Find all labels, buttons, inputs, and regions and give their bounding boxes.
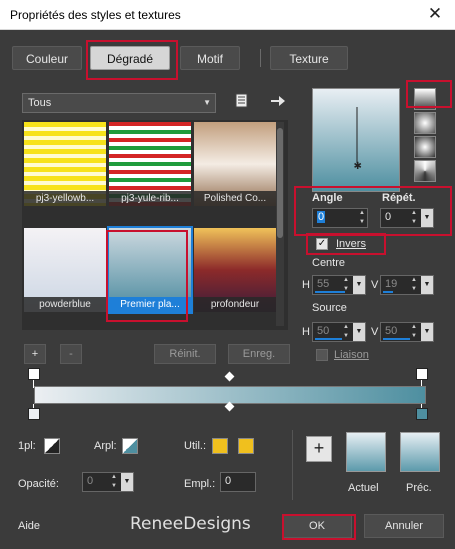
document-icon[interactable] xyxy=(234,93,250,109)
arrow-right-icon[interactable] xyxy=(270,94,286,108)
rectangular-style-icon[interactable] xyxy=(414,112,436,134)
opacity-value: 0 xyxy=(87,475,94,487)
previous-label: Préc. xyxy=(406,482,432,494)
gradient-label: pj3-yellowb... xyxy=(24,191,106,206)
user-color-swatch-2[interactable] xyxy=(238,438,254,454)
opacity-spinner[interactable]: 0 ▲ ▼ ▼ xyxy=(82,472,134,492)
watermark-text: ReneeDesigns xyxy=(130,514,251,534)
highlight-selection xyxy=(106,230,188,322)
gradient-label: profondeur xyxy=(194,297,276,312)
add-stop-button[interactable]: + xyxy=(306,436,332,462)
foreground-swatch[interactable] xyxy=(44,438,60,454)
add-gradient-button[interactable]: + xyxy=(24,344,46,364)
source-h-label: H xyxy=(302,326,310,338)
gradient-label: pj3-yule-rib... xyxy=(109,191,191,206)
svg-text:✱: ✱ xyxy=(354,161,362,172)
slider-fill xyxy=(383,338,410,340)
window-title: Propriétés des styles et textures xyxy=(10,8,181,22)
tab-texture[interactable]: Texture xyxy=(270,46,348,70)
previous-preview[interactable] xyxy=(400,432,440,472)
category-value: Tous xyxy=(28,97,52,109)
gradient-preview[interactable]: ✱ xyxy=(312,88,400,192)
gradient-thumb[interactable]: pj3-yellowb... xyxy=(24,122,106,206)
spinner-arrows-icon[interactable]: ▲ ▼ xyxy=(109,473,119,491)
tab-motif[interactable]: Motif xyxy=(180,46,240,70)
opacity-stop-label: 1pl: xyxy=(18,440,36,452)
top-right-stop[interactable] xyxy=(416,368,428,380)
highlight-style xyxy=(406,80,452,108)
chevron-down-icon[interactable]: ▼ xyxy=(421,276,433,294)
location-value: 0 xyxy=(225,475,232,487)
tab-divider xyxy=(260,49,261,67)
chevron-down-icon[interactable]: ▼ xyxy=(121,473,133,491)
category-select[interactable]: Tous ▼ xyxy=(22,93,216,113)
source-v-spinner[interactable]: 50 ▲ ▼ ▼ xyxy=(380,322,434,342)
tab-couleur[interactable]: Couleur xyxy=(12,46,82,70)
crosshair-icon: ✱ xyxy=(354,107,362,172)
source-label: Source xyxy=(312,302,347,314)
save-gradient-button[interactable]: Enreg. xyxy=(228,344,290,364)
close-icon[interactable]: ✕ xyxy=(425,4,445,24)
source-v-value: 50 xyxy=(385,325,398,337)
user-color-swatch[interactable] xyxy=(212,438,228,454)
gradient-scrollbar[interactable] xyxy=(276,122,284,326)
chevron-down-icon[interactable]: ▼ xyxy=(353,323,365,341)
chevron-down-icon[interactable]: ▼ xyxy=(421,323,433,341)
gradient-label: Polished Co... xyxy=(194,191,276,206)
slider-fill xyxy=(383,291,393,293)
opacity-label: Opacité: xyxy=(18,478,59,490)
gradient-label: powderblue xyxy=(24,297,106,312)
highlight-tab xyxy=(86,40,178,80)
start-color-stop[interactable] xyxy=(28,408,40,420)
source-h-spinner[interactable]: 50 ▲ ▼ ▼ xyxy=(312,322,366,342)
highlight-invert xyxy=(306,233,386,255)
highlight-angle xyxy=(294,186,452,236)
gradient-thumb[interactable]: powderblue xyxy=(24,228,106,312)
gradient-thumb[interactable]: profondeur xyxy=(194,228,276,312)
center-h-value: 55 xyxy=(317,278,330,290)
section-divider xyxy=(292,430,293,500)
highlight-ok xyxy=(282,514,356,540)
location-input[interactable]: 0 xyxy=(220,472,256,492)
cancel-button[interactable]: Annuler xyxy=(364,514,444,538)
center-v-value: 19 xyxy=(385,278,398,290)
end-color-stop[interactable] xyxy=(416,408,428,420)
background-stop-label: Arpl: xyxy=(94,440,117,452)
spinner-arrows-icon[interactable]: ▲ ▼ xyxy=(409,276,419,294)
center-label: Centre xyxy=(312,257,346,269)
slider-fill xyxy=(315,291,345,293)
spinner-arrows-icon[interactable]: ▲ ▼ xyxy=(409,323,419,341)
title-bar: Propriétés des styles et textures ✕ xyxy=(0,0,455,30)
scrollbar-thumb[interactable] xyxy=(277,128,283,238)
link-checkbox[interactable] xyxy=(316,349,328,361)
link-label: Liaison xyxy=(334,349,369,361)
chevron-down-icon: ▼ xyxy=(203,98,211,107)
chevron-down-icon[interactable]: ▼ xyxy=(353,276,365,294)
current-preview[interactable] xyxy=(346,432,386,472)
source-v-label: V xyxy=(371,326,379,338)
radial-style-icon[interactable] xyxy=(414,136,436,158)
center-v-spinner[interactable]: 19 ▲ ▼ ▼ xyxy=(380,275,434,295)
slider-fill xyxy=(315,338,342,340)
center-h-spinner[interactable]: 55 ▲ ▼ ▼ xyxy=(312,275,366,295)
reset-button[interactable]: Réinit. xyxy=(154,344,216,364)
user-color-label: Util.: xyxy=(184,440,206,452)
midpoint-marker[interactable] xyxy=(224,371,235,382)
help-link[interactable]: Aide xyxy=(18,520,40,532)
gradient-thumb[interactable]: Polished Co... xyxy=(194,122,276,206)
current-label: Actuel xyxy=(348,482,379,494)
spinner-arrows-icon[interactable]: ▲ ▼ xyxy=(341,323,351,341)
sunburst-style-icon[interactable] xyxy=(414,160,436,182)
location-label: Empl.: xyxy=(184,478,216,490)
top-left-stop[interactable] xyxy=(28,368,40,380)
center-h-label: H xyxy=(302,279,310,291)
source-h-value: 50 xyxy=(317,325,330,337)
remove-gradient-button[interactable]: - xyxy=(60,344,82,364)
center-v-label: V xyxy=(371,279,379,291)
gradient-thumb[interactable]: pj3-yule-rib... xyxy=(109,122,191,206)
dialog-body: Couleur Dégradé Motif Texture Tous ▼ pj3… xyxy=(0,30,455,549)
background-swatch[interactable] xyxy=(122,438,138,454)
